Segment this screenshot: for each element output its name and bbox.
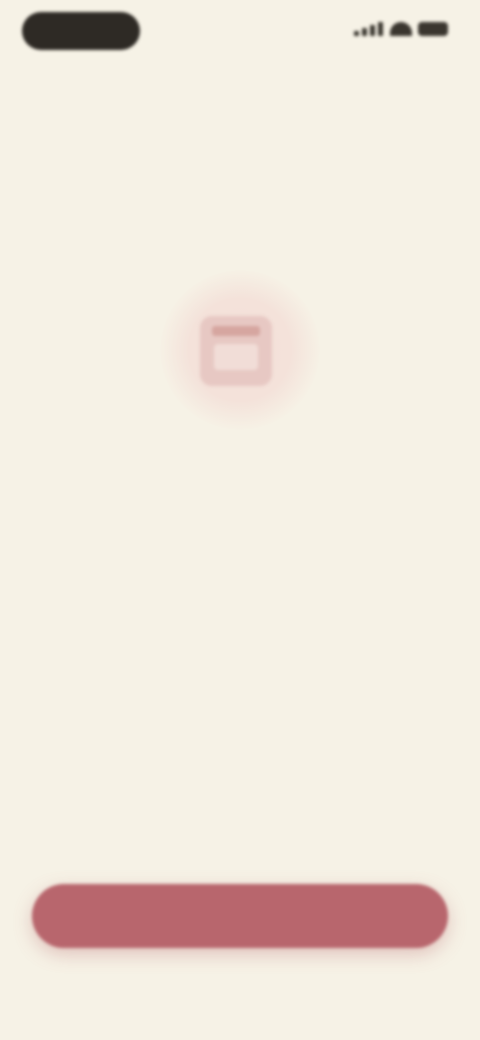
status-icons <box>354 22 448 36</box>
primary-button[interactable] <box>32 884 448 948</box>
screen <box>0 0 480 1040</box>
signal-icon <box>354 22 384 36</box>
wifi-icon <box>390 22 412 36</box>
battery-icon <box>418 22 448 36</box>
status-bar <box>0 0 480 64</box>
calendar-icon <box>200 316 272 386</box>
status-time-pill <box>22 12 140 50</box>
